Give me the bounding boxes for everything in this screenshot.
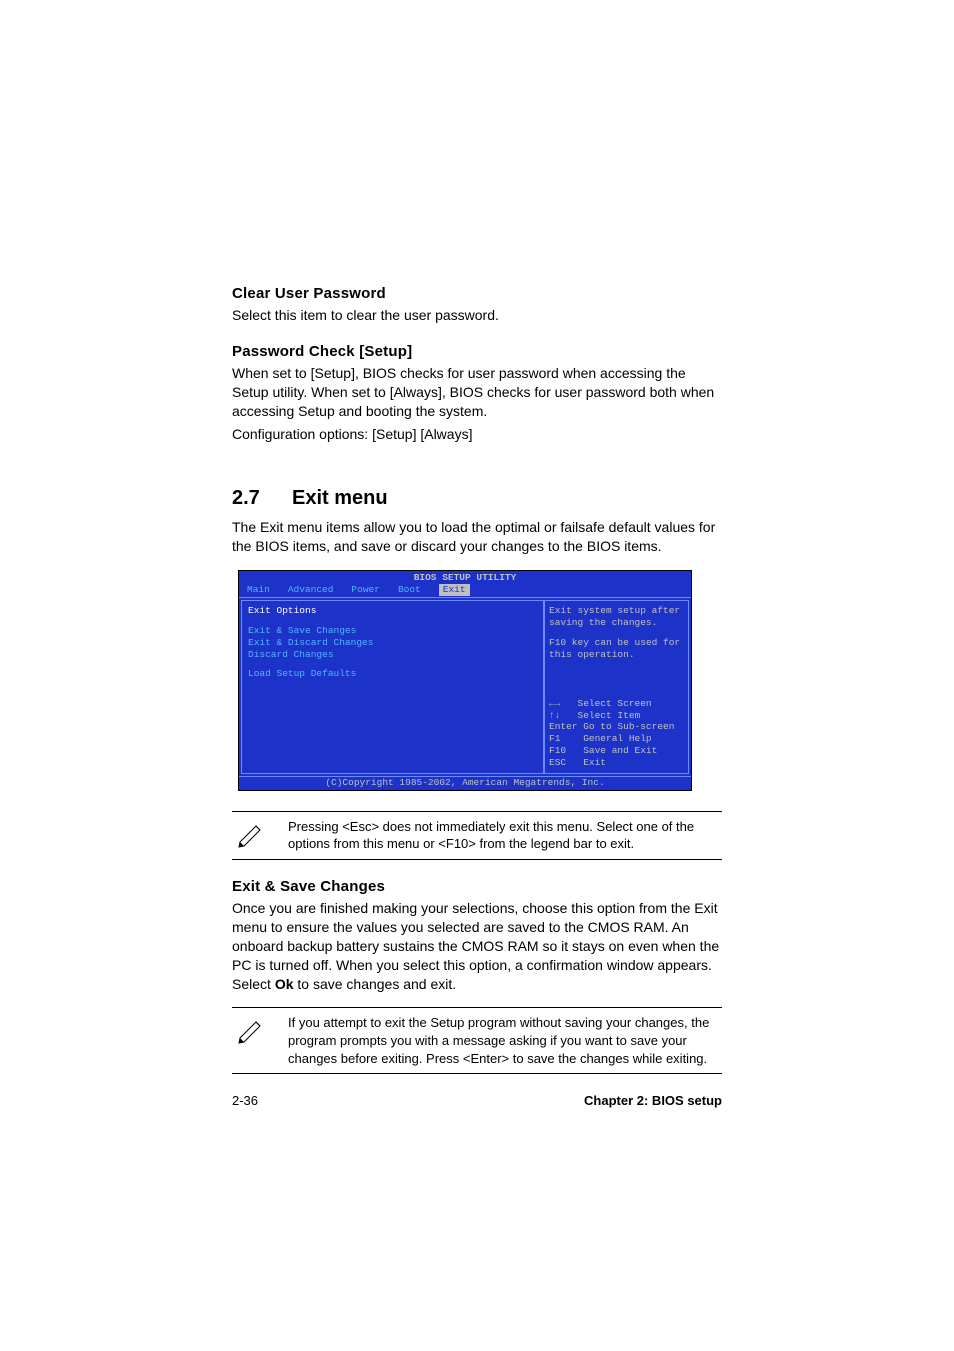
bios-screenshot: BIOS SETUP UTILITY Main Advanced Power B… [238,570,692,791]
bios-nav-4: F1 General Help [549,733,684,745]
bios-help-2: F10 key can be used for this operation. [549,637,684,661]
bios-nav-2: ↑↓ Select Item [549,710,684,722]
bios-item-exit-discard: Exit & Discard Changes [248,637,537,649]
text-exit-save-b: to save changes and exit. [294,976,457,992]
bios-item-load-defaults: Load Setup Defaults [248,668,537,680]
text-exit-menu-intro: The Exit menu items allow you to load th… [232,518,722,556]
bios-right-panel: Exit system setup after saving the chang… [544,600,689,774]
pencil-icon [232,818,270,848]
bios-tab-exit: Exit [439,584,470,596]
heading-exit-save-changes: Exit & Save Changes [232,878,722,895]
text-password-check-1: When set to [Setup], BIOS checks for use… [232,364,722,421]
heading-clear-user-password: Clear User Password [232,285,722,302]
section-title: Exit menu [292,487,388,509]
bios-tab-advanced: Advanced [288,584,334,596]
ok-label: Ok [275,976,294,992]
text-exit-save-changes: Once you are finished making your select… [232,899,722,993]
bios-nav-6: ESC Exit [549,757,684,769]
text-clear-user-password: Select this item to clear the user passw… [232,306,722,325]
note-block-2: If you attempt to exit the Setup program… [232,1007,722,1074]
page-number: 2-36 [232,1093,258,1108]
note-text-1: Pressing <Esc> does not immediately exit… [288,818,722,853]
text-password-check-2: Configuration options: [Setup] [Always] [232,425,722,444]
bios-left-panel: Exit Options Exit & Save Changes Exit & … [241,600,544,774]
bios-nav-5: F10 Save and Exit [549,745,684,757]
heading-exit-menu: 2.7Exit menu [232,487,722,510]
bios-tab-power: Power [351,584,380,596]
bios-exit-options-header: Exit Options [248,605,537,617]
page-footer: 2-36 Chapter 2: BIOS setup [232,1093,722,1108]
bios-item-exit-save: Exit & Save Changes [248,625,537,637]
chapter-label: Chapter 2: BIOS setup [584,1093,722,1108]
pencil-icon [232,1014,270,1044]
bios-copyright: (C)Copyright 1985-2002, American Megatre… [239,777,691,790]
bios-tab-boot: Boot [398,584,421,596]
heading-password-check: Password Check [Setup] [232,343,722,360]
bios-item-discard: Discard Changes [248,649,537,661]
bios-help-1: Exit system setup after saving the chang… [549,605,684,629]
section-number: 2.7 [232,487,292,510]
bios-nav-1: ←→ Select Screen [549,698,684,710]
note-text-2: If you attempt to exit the Setup program… [288,1014,722,1067]
bios-menubar: Main Advanced Power Boot Exit [239,584,691,597]
bios-tab-main: Main [247,584,270,596]
bios-title: BIOS SETUP UTILITY [239,571,691,584]
bios-nav-3: Enter Go to Sub-screen [549,721,684,733]
bios-nav-help: ←→ Select Screen ↑↓ Select Item Enter Go… [549,698,684,769]
note-block-1: Pressing <Esc> does not immediately exit… [232,811,722,860]
